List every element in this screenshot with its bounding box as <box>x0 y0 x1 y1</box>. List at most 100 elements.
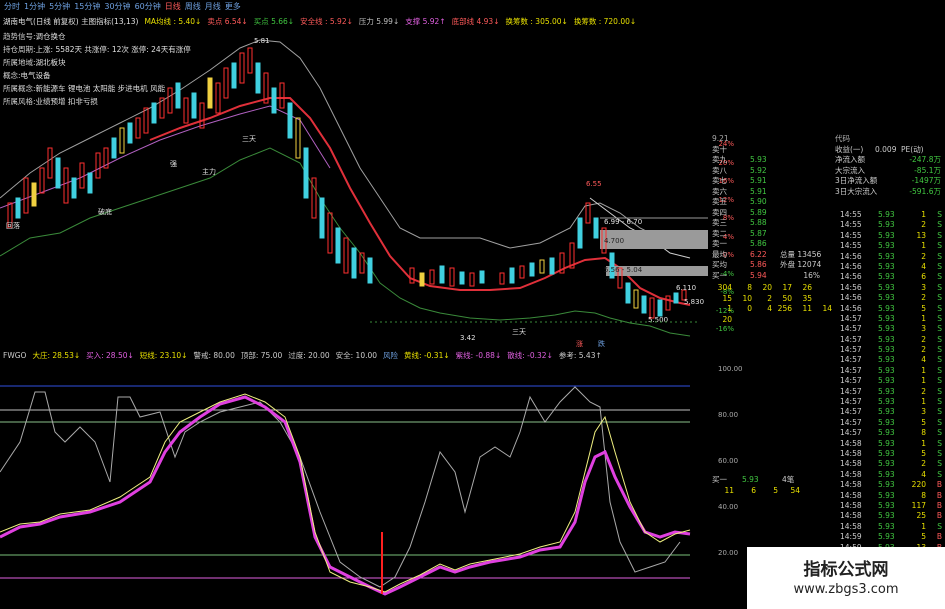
candle <box>31 182 37 207</box>
candle <box>625 282 631 304</box>
tick-cell: 14:58 <box>840 480 862 490</box>
support-value: 支撑 5.92↑ <box>405 17 446 26</box>
tab-8[interactable]: 月线 <box>205 0 221 14</box>
candle <box>673 292 679 304</box>
volume-cell: 17 <box>782 283 792 292</box>
tick-cell: B <box>936 532 942 542</box>
candle <box>439 265 445 284</box>
quote-cell: 卖五 <box>712 197 727 206</box>
tick-cell: 5.93 <box>878 313 895 323</box>
tab-3[interactable]: 15分钟 <box>74 0 100 14</box>
tick-cell: 5.93 <box>878 500 895 510</box>
quote-cell: 5.86 <box>750 260 767 269</box>
tick-cell: 5.93 <box>878 230 895 240</box>
candle <box>239 52 245 84</box>
tab-4[interactable]: 30分钟 <box>104 0 130 14</box>
tick-cell: S <box>937 324 942 334</box>
quote-cell: 5.89 <box>750 207 767 217</box>
candle <box>207 77 213 109</box>
oscillator-info-bar: FWGO 大庄: 28.53↓ 买入: 28.50↓ 短线: 23.10↓ 警戒: 80… <box>0 350 602 362</box>
tab-0[interactable]: 分时 <box>4 0 20 14</box>
tick-cell: 1 <box>921 210 926 219</box>
tick-row: 14:56 5.93 3 S <box>840 283 945 293</box>
candle <box>335 227 341 264</box>
candle <box>649 297 655 319</box>
tick-row: 14:57 5.93 4 S <box>840 355 945 365</box>
tick-cell: 2 <box>921 345 926 355</box>
quote-cell: 卖十 <box>712 144 727 154</box>
tick-row: 14:56 5.93 5 S <box>840 304 945 314</box>
flow-label: 净流入额 <box>835 155 865 164</box>
tab-5[interactable]: 60分钟 <box>135 0 161 14</box>
tick-cell: 14:57 <box>840 365 862 375</box>
tick-cell: 14:58 <box>840 448 862 458</box>
tick-cell: S <box>937 220 942 230</box>
tick-cell: 14:57 <box>840 397 862 407</box>
tick-cell: 5.93 <box>878 438 895 448</box>
tab-9[interactable]: 更多 <box>225 0 241 14</box>
tick-row: 14:57 5.93 1 S <box>840 376 945 386</box>
tick-cell: 5.93 <box>878 334 895 344</box>
candle <box>343 237 349 274</box>
tick-cell: S <box>937 417 942 427</box>
tick-cell: S <box>937 355 942 365</box>
buy-value: 买点 5.66↓ <box>253 17 295 26</box>
volume-cell: 50 <box>782 293 792 303</box>
quote-cell: 5.90 <box>750 197 767 206</box>
tick-row: 14:57 5.93 1 S <box>840 366 945 376</box>
tick-cell: S <box>937 469 942 479</box>
tick-cell: 2 <box>921 334 926 344</box>
volume-cell: 2 <box>767 293 772 303</box>
watermark-url: www.zbgs3.com <box>793 582 899 597</box>
osc-info-item: 黄线: -0.31↓ <box>404 351 450 360</box>
quote-cell: 5.86 <box>750 239 767 248</box>
quote-cell <box>780 145 820 156</box>
tick-row: 14:58 5.93 4 S <box>840 470 945 480</box>
tick-cell: 4 <box>921 261 926 271</box>
tick-cell: 5.93 <box>878 428 895 438</box>
tick-cell: 14:57 <box>840 355 862 365</box>
tick-cell: 5.93 <box>878 459 895 469</box>
candle <box>409 267 415 284</box>
flow-label: 3日大宗流入 <box>835 186 878 196</box>
tick-cell: 5.93 <box>878 532 895 542</box>
tick-cell: 3 <box>921 407 926 417</box>
tick-row: 14:57 5.93 2 S <box>840 345 945 355</box>
tick-cell: 1 <box>921 365 926 375</box>
buy-sub-cell: 11 <box>724 485 734 495</box>
candle <box>429 269 435 285</box>
flow-value: -85.1万 <box>914 165 941 175</box>
candle <box>657 299 663 317</box>
tab-7[interactable]: 周线 <box>185 0 201 14</box>
tick-list: 14:55 5.93 1 S 14:55 5.93 2 S 14:55 5.93 13 S 14:55 5… <box>840 210 945 584</box>
candle <box>519 265 525 279</box>
quote-cell: 卖七 <box>712 176 727 185</box>
candle <box>665 295 671 311</box>
tick-cell: 5 <box>921 303 926 313</box>
tick-row: 14:57 5.93 2 S <box>840 387 945 397</box>
tab-2[interactable]: 5分钟 <box>49 0 70 14</box>
osc-info-item: 安全: 10.00 <box>335 351 378 360</box>
tick-row: 14:57 5.93 5 S <box>840 418 945 428</box>
tab-1[interactable]: 1分钟 <box>24 0 45 14</box>
tab-6[interactable]: 日线 <box>165 0 181 14</box>
flow-value: -247.8万 <box>909 155 941 164</box>
tick-cell: 14:57 <box>840 345 862 355</box>
volume-cell: 14 <box>822 304 832 313</box>
tick-cell: S <box>937 282 942 292</box>
volume-cell: 20 <box>722 314 732 324</box>
volume-cell: 304 <box>717 283 732 292</box>
tick-cell: 14:57 <box>840 417 862 427</box>
quote-cell: 卖八 <box>712 165 727 175</box>
label-box2: 4.700 <box>604 237 624 245</box>
tick-cell: 14:56 <box>840 282 862 292</box>
candle <box>327 212 333 254</box>
tick-cell: 14:57 <box>840 428 862 438</box>
tick-cell: 117 <box>911 500 926 510</box>
label-qiang: 强 <box>170 160 177 168</box>
tick-cell: 2 <box>921 293 926 303</box>
label-box1: 6.99 - 6.70 <box>604 218 642 226</box>
tick-cell: 5.93 <box>878 448 895 458</box>
quote-cell: 卖六 <box>712 186 727 196</box>
flow-header-code: 代码 <box>835 134 850 143</box>
